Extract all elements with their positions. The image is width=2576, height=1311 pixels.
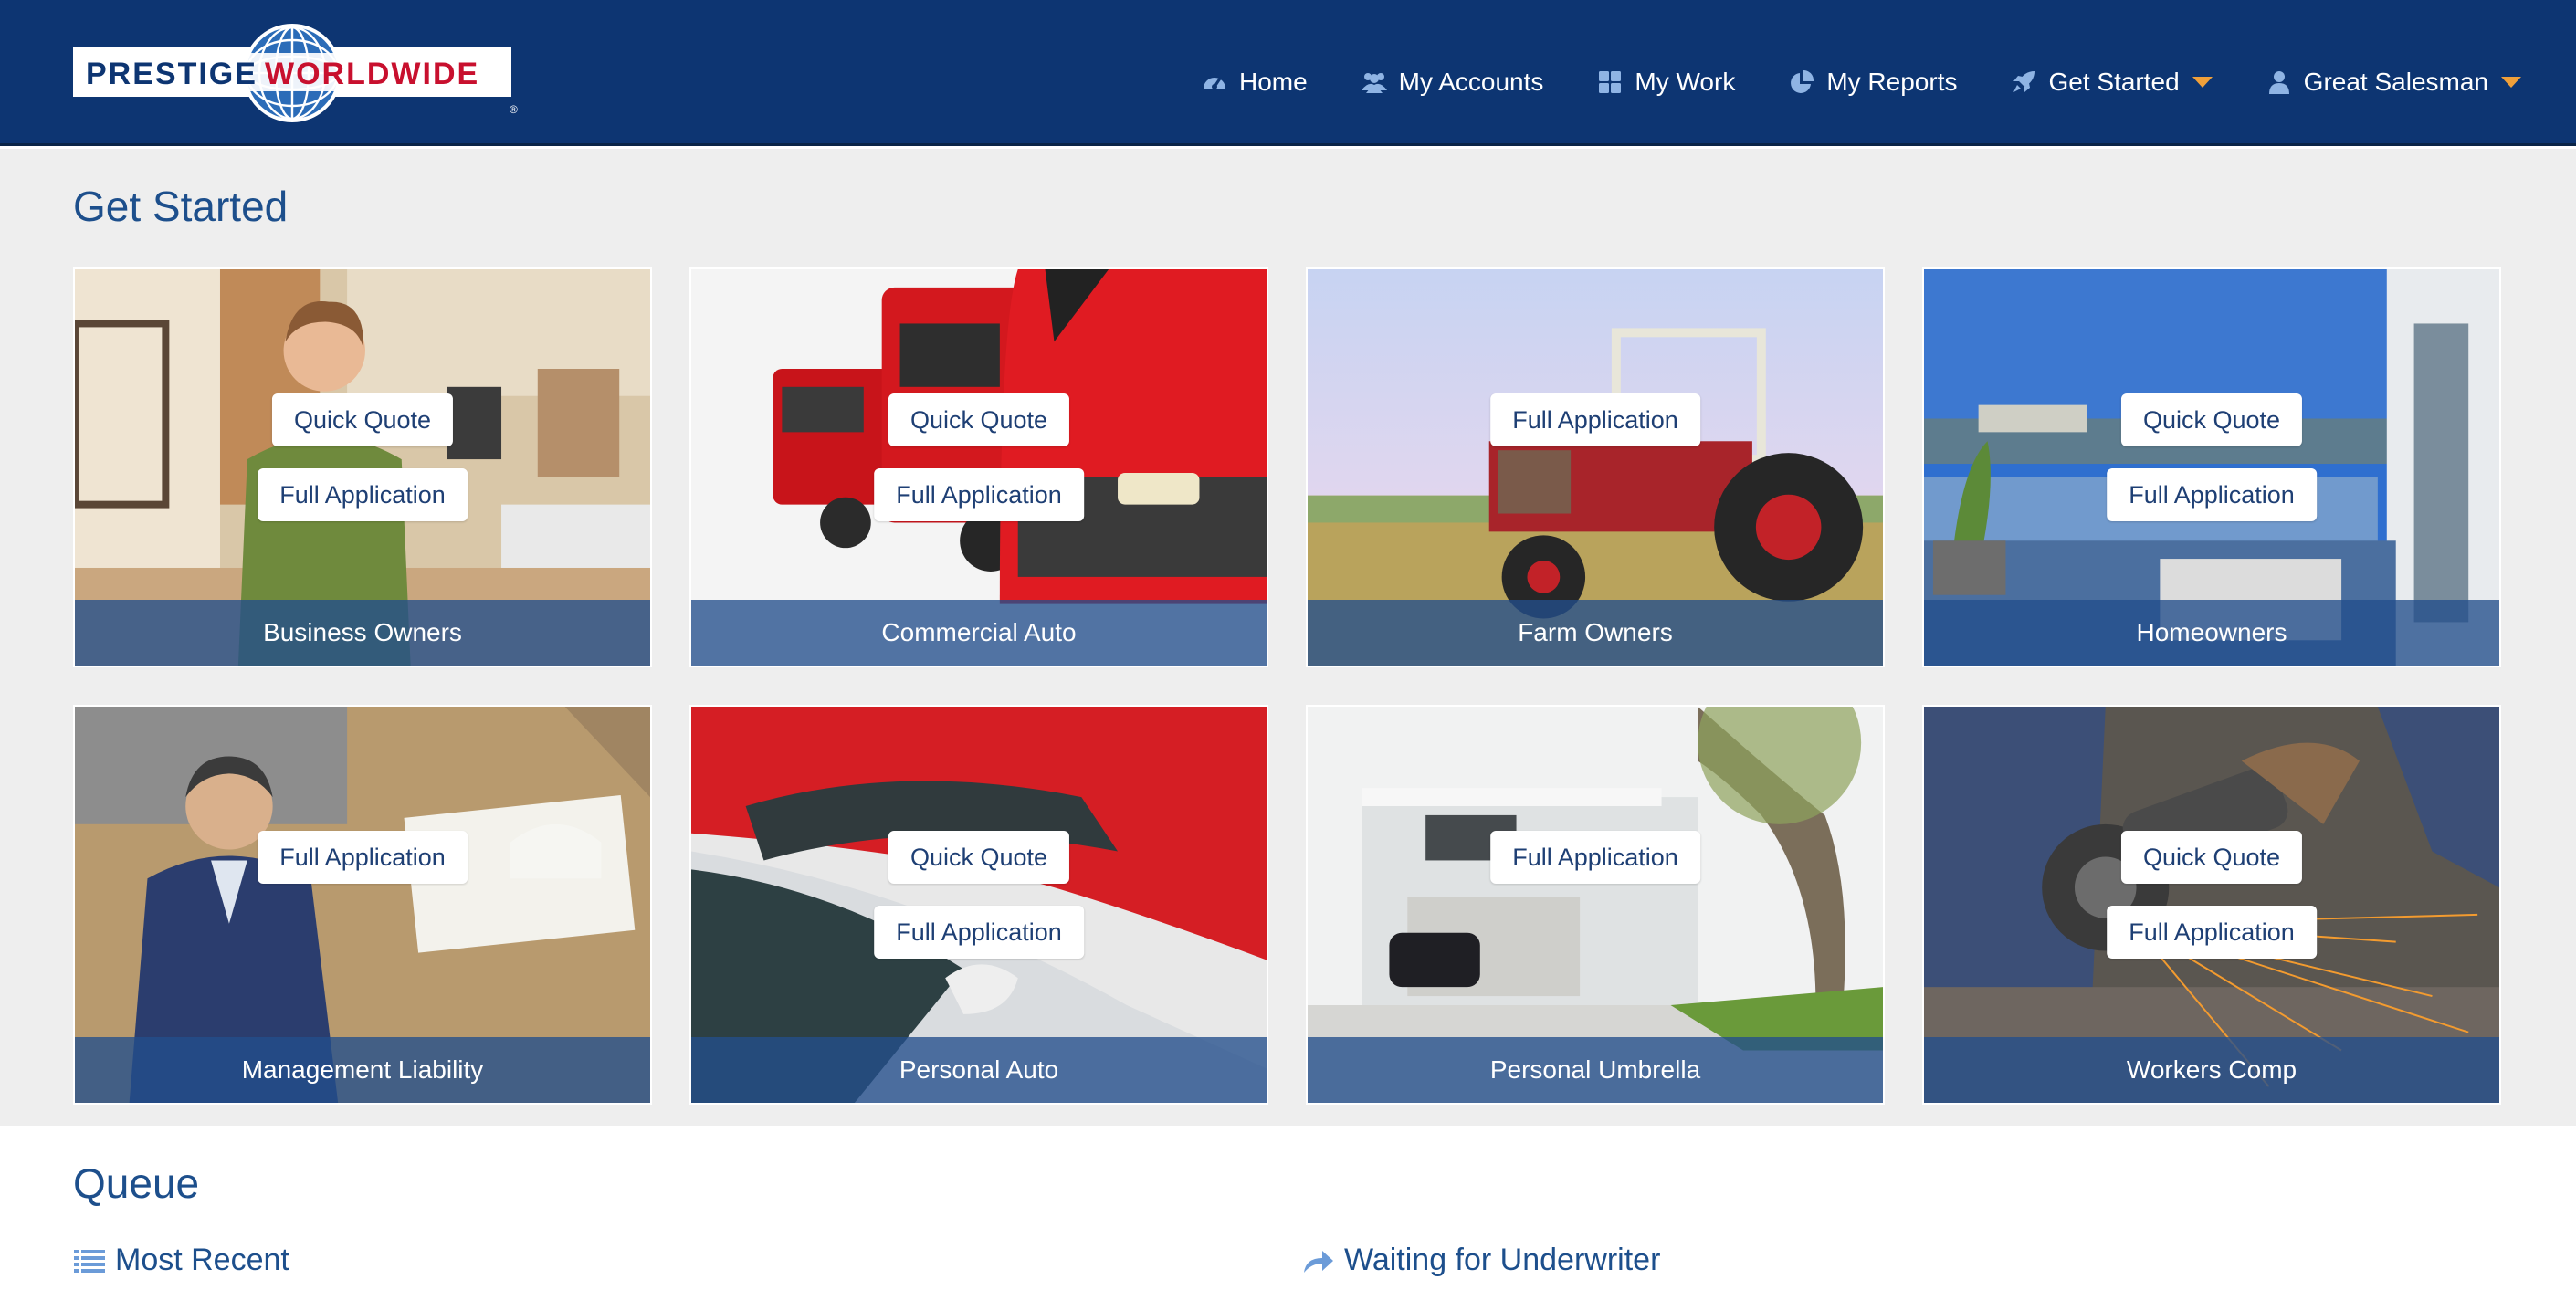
quick-quote-button[interactable]: Quick Quote bbox=[888, 831, 1070, 884]
caret-down-icon bbox=[2501, 77, 2521, 88]
full-application-button[interactable]: Full Application bbox=[2107, 468, 2317, 521]
product-card-farm-owners[interactable]: Full Application Farm Owners bbox=[1306, 267, 1885, 667]
nav-my-work[interactable]: My Work bbox=[1596, 68, 1735, 97]
product-grid: Quick Quote Full Application Business Ow… bbox=[73, 267, 2502, 1105]
card-label: Farm Owners bbox=[1308, 600, 1883, 666]
nav-user-menu[interactable]: Great Salesman bbox=[2266, 68, 2521, 97]
quick-quote-button[interactable]: Quick Quote bbox=[888, 393, 1070, 446]
card-label: Workers Comp bbox=[1924, 1037, 2499, 1103]
nav-my-work-label: My Work bbox=[1635, 68, 1736, 96]
list-icon bbox=[74, 1249, 105, 1273]
logo-registered-mark: ® bbox=[510, 103, 518, 116]
product-card-personal-auto[interactable]: Quick Quote Full Application Personal Au… bbox=[689, 705, 1268, 1105]
nav-user-name: Great Salesman bbox=[2303, 68, 2488, 96]
pie-chart-icon bbox=[1791, 69, 1814, 93]
quick-quote-button[interactable]: Quick Quote bbox=[2120, 393, 2303, 446]
full-application-button[interactable]: Full Application bbox=[2107, 906, 2317, 959]
product-card-workers-comp[interactable]: Quick Quote Full Application Workers Com… bbox=[1922, 705, 2501, 1105]
nav-get-started[interactable]: Get Started bbox=[2010, 68, 2213, 97]
full-application-button[interactable]: Full Application bbox=[874, 468, 1084, 521]
queue-title: Queue bbox=[73, 1159, 200, 1207]
nav-get-started-label: Get Started bbox=[2048, 68, 2180, 96]
card-label: Commercial Auto bbox=[691, 600, 1267, 666]
product-card-homeowners[interactable]: Quick Quote Full Application Homeowners bbox=[1922, 267, 2501, 667]
grid-icon bbox=[1599, 71, 1622, 93]
get-started-title: Get Started bbox=[73, 183, 289, 230]
quick-quote-button[interactable]: Quick Quote bbox=[2120, 831, 2303, 884]
main-nav: Home My Accounts My Work My Reports Get … bbox=[1148, 57, 2521, 108]
queue-tab-label: Most Recent bbox=[115, 1243, 289, 1277]
queue-section: Queue Most Recent Waiting for Underwrite… bbox=[0, 1126, 2576, 1311]
user-icon bbox=[2268, 71, 2289, 94]
nav-home[interactable]: Home bbox=[1201, 68, 1308, 97]
queue-tab-label: Waiting for Underwriter bbox=[1344, 1243, 1661, 1277]
card-label: Personal Umbrella bbox=[1308, 1037, 1883, 1103]
product-card-commercial-auto[interactable]: Quick Quote Full Application Commercial … bbox=[689, 267, 1268, 667]
card-label: Homeowners bbox=[1924, 600, 2499, 666]
top-navbar: PRESTIGE WORLDWIDE ® Home My Accounts My… bbox=[0, 0, 2576, 146]
full-application-button[interactable]: Full Application bbox=[874, 906, 1084, 959]
nav-home-label: Home bbox=[1238, 68, 1308, 96]
quick-quote-button[interactable]: Quick Quote bbox=[271, 393, 454, 446]
dashboard-icon bbox=[1203, 78, 1225, 89]
product-card-business-owners[interactable]: Quick Quote Full Application Business Ow… bbox=[73, 267, 652, 667]
product-card-personal-umbrella[interactable]: Full Application Personal Umbrella bbox=[1306, 705, 1885, 1105]
logo-word-worldwide: WORLDWIDE bbox=[265, 57, 479, 91]
caret-down-icon bbox=[2192, 77, 2213, 88]
nav-my-accounts[interactable]: My Accounts bbox=[1361, 68, 1544, 97]
nav-my-reports[interactable]: My Reports bbox=[1788, 68, 1957, 97]
product-card-management-liability[interactable]: Full Application Management Liability bbox=[73, 705, 652, 1105]
queue-tab-waiting-for-underwriter[interactable]: Waiting for Underwriter bbox=[1302, 1243, 1660, 1278]
full-application-button[interactable]: Full Application bbox=[1490, 831, 1700, 884]
nav-my-reports-label: My Reports bbox=[1826, 68, 1958, 96]
prestige-worldwide-logo[interactable]: PRESTIGE WORLDWIDE ® bbox=[73, 20, 530, 126]
get-started-section: Get Started Quick Quote Full Application… bbox=[0, 149, 2576, 1126]
full-application-button[interactable]: Full Application bbox=[258, 468, 468, 521]
rocket-icon bbox=[2013, 71, 2035, 92]
users-icon bbox=[1361, 73, 1387, 93]
nav-my-accounts-label: My Accounts bbox=[1398, 68, 1544, 96]
card-label: Business Owners bbox=[75, 600, 650, 666]
card-label: Management Liability bbox=[75, 1037, 650, 1103]
logo-word-prestige: PRESTIGE bbox=[86, 57, 258, 91]
share-arrow-icon bbox=[1304, 1250, 1333, 1273]
card-label: Personal Auto bbox=[691, 1037, 1267, 1103]
full-application-button[interactable]: Full Application bbox=[1490, 393, 1700, 446]
full-application-button[interactable]: Full Application bbox=[258, 831, 468, 884]
queue-tab-most-recent[interactable]: Most Recent bbox=[73, 1243, 289, 1278]
